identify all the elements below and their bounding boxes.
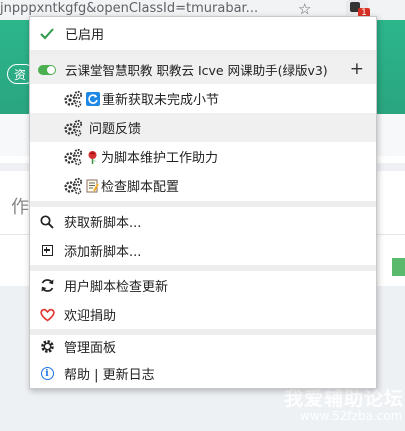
address-bar-text[interactable]: jnpppxntkgfg&openClassId=tmurabar... xyxy=(0,1,296,16)
refresh-icon xyxy=(86,91,100,106)
userscript-popup-menu: 已启用 云课堂智慧职教 职教云 Icve 网课助手(绿版v3) + 重新获取未完… xyxy=(29,16,377,389)
script-command-label: 重新获取未完成小节 xyxy=(102,93,220,108)
menu-item-donate[interactable]: 欢迎捐助 xyxy=(30,300,376,329)
script-command-label: 为脚本维护工作助力 xyxy=(101,151,219,166)
menu-item-help[interactable]: i 帮助 | 更新日志 xyxy=(30,359,376,388)
gears-icon xyxy=(63,148,83,166)
plus-icon[interactable]: + xyxy=(350,60,364,78)
script-command-label: 检查脚本配置 xyxy=(101,180,180,195)
gears-icon xyxy=(63,90,83,108)
script-command-label: 问题反馈 xyxy=(89,122,142,137)
menu-item-script[interactable]: 云课堂智慧职教 职教云 Icve 网课助手(绿版v3) + xyxy=(30,55,376,84)
check-icon xyxy=(38,25,56,43)
heart-icon xyxy=(38,306,56,324)
add-box-icon xyxy=(38,242,56,260)
page-section-heading: 作 xyxy=(11,197,29,218)
menu-item-label: 欢迎捐助 xyxy=(64,309,117,324)
rose-icon xyxy=(85,150,99,164)
menu-item-label: 帮助 | 更新日志 xyxy=(64,368,155,383)
menu-item-add-script[interactable]: 添加新脚本... xyxy=(30,236,376,265)
gears-icon xyxy=(63,177,83,195)
menu-item-label: 添加新脚本... xyxy=(64,245,142,260)
script-command-feedback[interactable]: 问题反馈 xyxy=(30,113,376,142)
script-name-label: 云课堂智慧职教 职教云 Icve 网课助手(绿版v3) xyxy=(65,63,328,78)
menu-item-label: 获取新脚本... xyxy=(64,216,142,231)
menu-item-find-scripts[interactable]: 获取新脚本... xyxy=(30,207,376,236)
search-icon xyxy=(38,213,56,231)
script-command-refetch[interactable]: 重新获取未完成小节 xyxy=(30,84,376,113)
script-command-check-config[interactable]: 检查脚本配置 xyxy=(30,171,376,200)
script-command-support[interactable]: 为脚本维护工作助力 xyxy=(30,142,376,171)
menu-item-enabled[interactable]: 已启用 xyxy=(30,19,376,48)
gears-icon xyxy=(63,119,83,137)
sync-icon xyxy=(38,277,56,295)
menu-item-dashboard[interactable]: 管理面板 xyxy=(30,332,376,361)
menu-item-label: 管理面板 xyxy=(64,341,117,356)
info-icon: i xyxy=(38,365,56,383)
toggle-switch-icon[interactable] xyxy=(38,61,56,79)
menu-item-label: 用户脚本检查更新 xyxy=(64,280,169,295)
page-progress-fragment xyxy=(392,258,405,276)
watermark-url: www.52fzba.com xyxy=(300,409,403,423)
memo-icon xyxy=(85,179,99,193)
menu-item-check-updates[interactable]: 用户脚本检查更新 xyxy=(30,271,376,300)
gear-icon xyxy=(38,338,56,356)
menu-item-label: 已启用 xyxy=(65,28,105,43)
